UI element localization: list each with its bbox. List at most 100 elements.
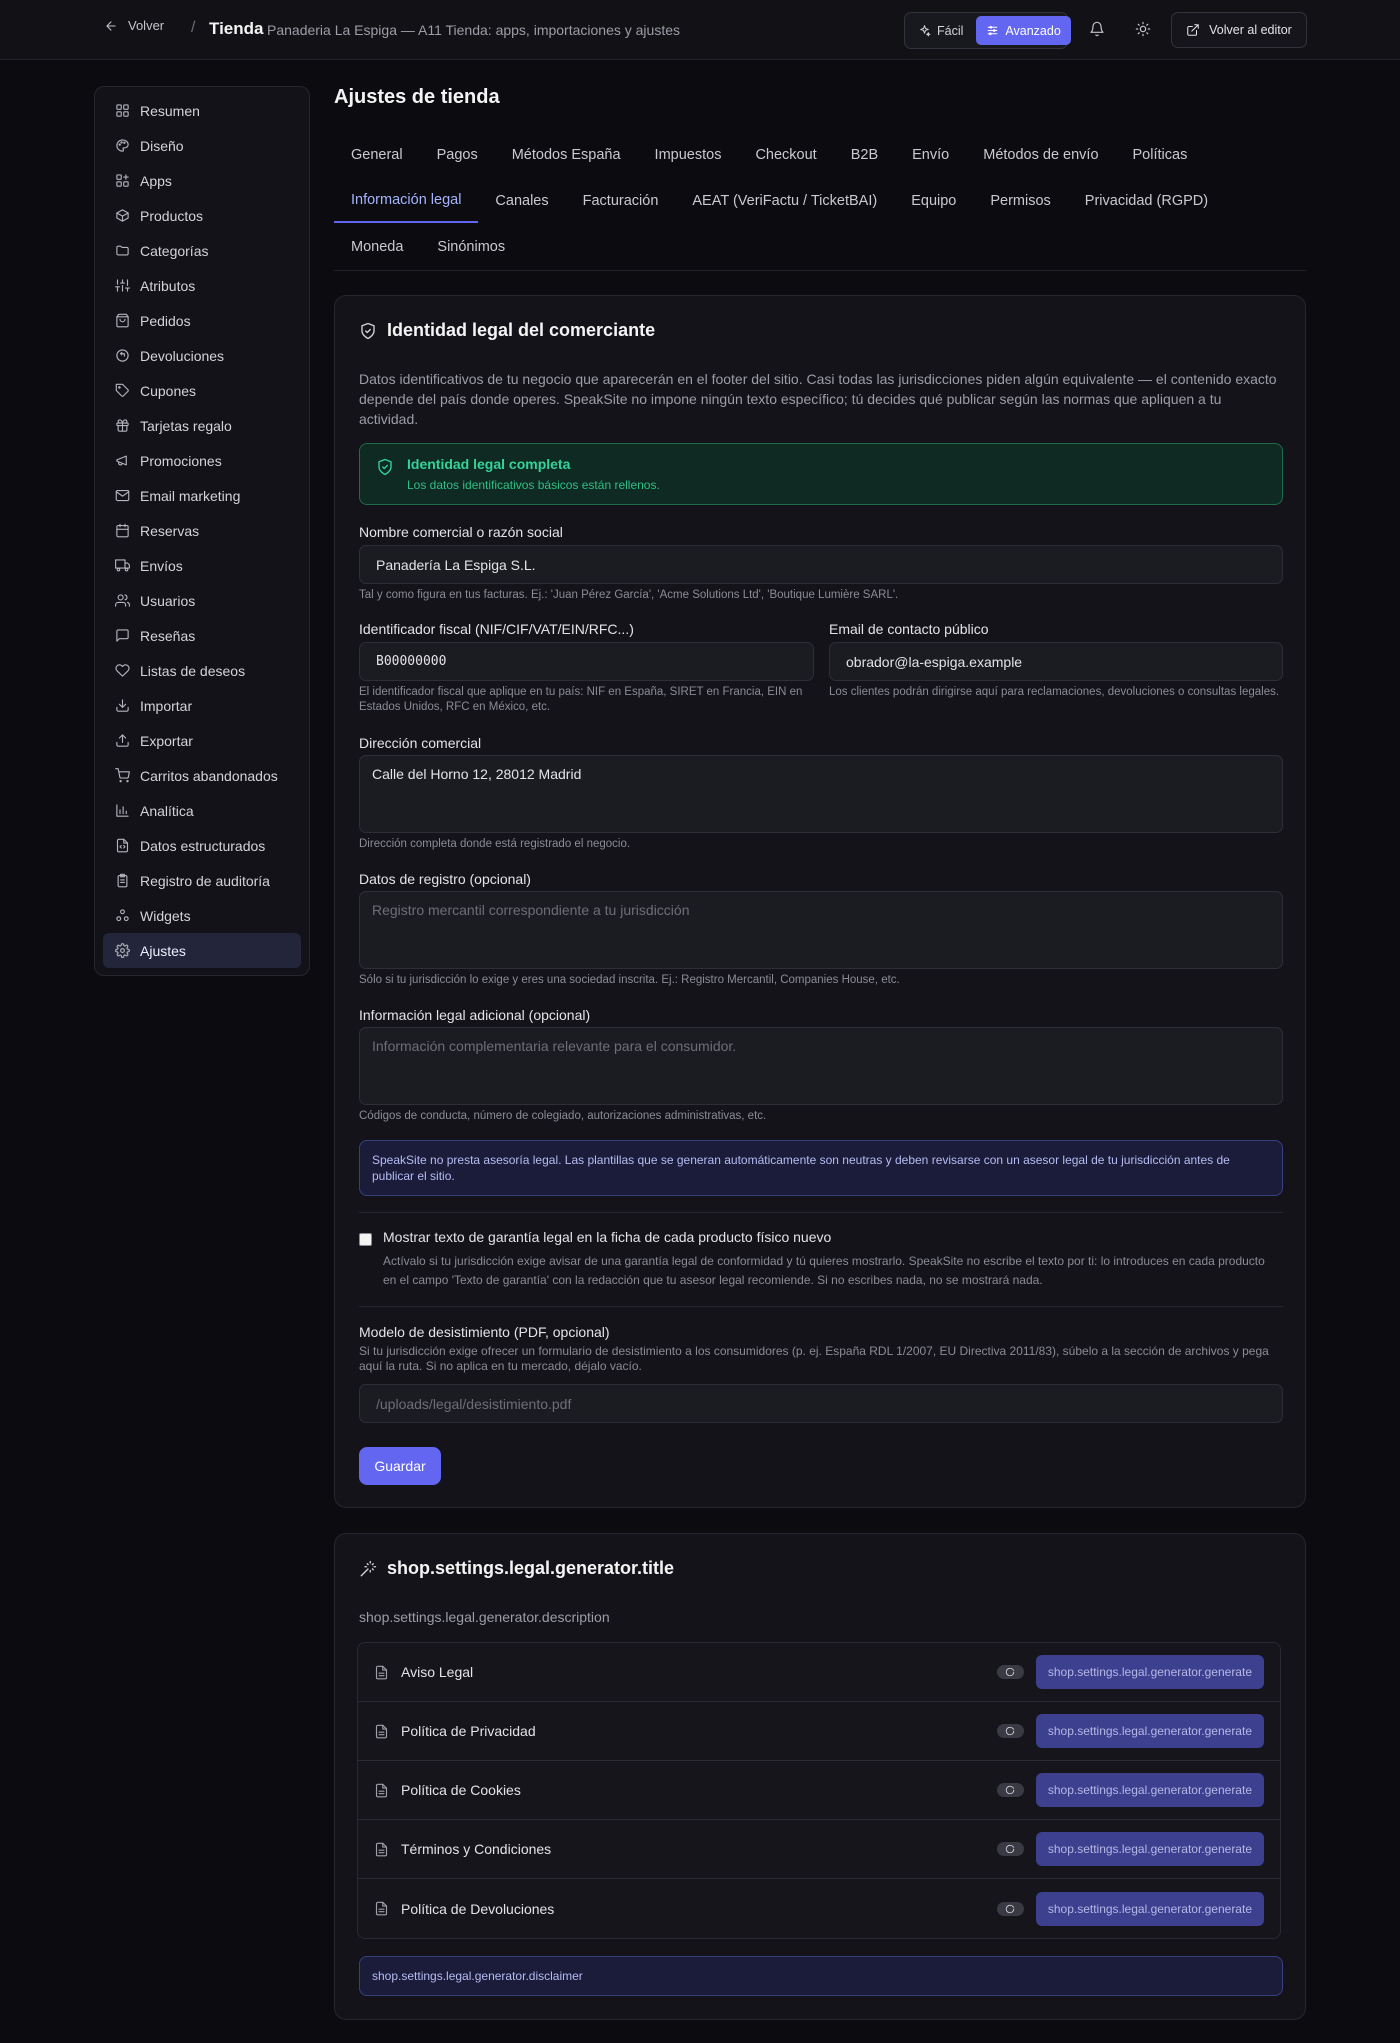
- tab-b2b[interactable]: B2B: [834, 133, 895, 177]
- generate-button[interactable]: shop.settings.legal.generator.generate: [1035, 1891, 1264, 1926]
- calendar-icon: [116, 523, 129, 538]
- tab-checkout[interactable]: Checkout: [738, 133, 833, 177]
- sidebar-item-widgets[interactable]: Widgets: [103, 898, 301, 933]
- sidebar-item-datos-estructurados[interactable]: Datos estructurados: [103, 828, 301, 863]
- generate-button[interactable]: shop.settings.legal.generator.generate: [1035, 1714, 1264, 1748]
- generator-card-header: shop.settings.legal.generator.title: [359, 1558, 674, 1579]
- section-divider: [359, 1212, 1283, 1213]
- sidebar-item-label: Registro de auditoría: [140, 872, 270, 889]
- tax-id-input[interactable]: B00000000: [359, 642, 814, 681]
- tag-icon: [115, 383, 129, 397]
- sidebar-item-resumen[interactable]: Resumen: [103, 93, 301, 128]
- notifications-button[interactable]: [1086, 18, 1108, 40]
- sidebar-item-carritos-abandonados[interactable]: Carritos abandonados: [103, 758, 301, 793]
- withdrawal-label: Modelo de desistimiento (PDF, opcional): [359, 1324, 610, 1340]
- sidebar-item-usuarios[interactable]: Usuarios: [103, 583, 301, 618]
- tab-envio[interactable]: Envío: [895, 133, 966, 177]
- sidebar-item-cupones[interactable]: Cupones: [103, 373, 301, 408]
- regenerate-toggle[interactable]: [996, 1783, 1024, 1797]
- sidebar-item-email-marketing[interactable]: Email marketing: [103, 478, 301, 513]
- sidebar-item-importar[interactable]: Importar: [103, 688, 301, 723]
- generate-button[interactable]: shop.settings.legal.generator.generate: [1035, 1773, 1264, 1807]
- sidebar-item-listas-de-deseos[interactable]: Listas de deseos: [103, 653, 301, 688]
- business-name-input[interactable]: Panadería La Espiga S.L.: [359, 545, 1283, 584]
- generate-button[interactable]: shop.settings.legal.generator.generate: [1035, 1832, 1264, 1866]
- sidebar-item-label: Datos estructurados: [140, 837, 266, 854]
- regenerate-toggle[interactable]: [996, 1665, 1024, 1679]
- generator-card-description: shop.settings.legal.generator.descriptio…: [359, 1609, 610, 1625]
- tab-metodos-espana[interactable]: Métodos España: [495, 133, 638, 177]
- sidebar-item-devoluciones[interactable]: Devoluciones: [103, 338, 301, 373]
- back-to-editor-button[interactable]: Volver al editor: [1171, 12, 1307, 48]
- withdrawal-help: Si tu jurisdicción exige ofrecer un form…: [359, 1344, 1269, 1373]
- extra-info-textarea[interactable]: Información complementaria relevante par…: [359, 1027, 1283, 1105]
- sidebar-item-label: Productos: [140, 207, 204, 224]
- tab-impuestos[interactable]: Impuestos: [638, 133, 739, 177]
- sidebar-item-reservas[interactable]: Reservas: [103, 513, 301, 548]
- sidebar-item-resenas[interactable]: Reseñas: [103, 618, 301, 653]
- tab-informacion-legal[interactable]: Información legal: [334, 179, 479, 223]
- generator-doc-name: Términos y Condiciones: [401, 1841, 552, 1857]
- tab-moneda[interactable]: Moneda: [334, 225, 420, 269]
- sidebar-item-tarjetas-regalo[interactable]: Tarjetas regalo: [103, 408, 301, 443]
- palette-icon: [116, 139, 129, 152]
- sidebar-nav: Resumen Diseño Apps Productos Categorías…: [94, 86, 310, 976]
- tab-privacidad[interactable]: Privacidad (RGPD): [1068, 179, 1225, 223]
- generator-doc-name: Política de Devoluciones: [401, 1900, 555, 1917]
- mode-advanced-button[interactable]: Avanzado: [976, 16, 1071, 45]
- regenerate-toggle[interactable]: [996, 1724, 1024, 1738]
- tab-aeat[interactable]: AEAT (VeriFactu / TicketBAI): [675, 179, 894, 223]
- sidebar-item-pedidos[interactable]: Pedidos: [103, 303, 301, 338]
- sidebar-item-promociones[interactable]: Promociones: [103, 443, 301, 478]
- tab-pagos[interactable]: Pagos: [420, 133, 495, 177]
- tab-sinonimos[interactable]: Sinónimos: [420, 225, 522, 269]
- tab-facturacion[interactable]: Facturación: [566, 179, 676, 223]
- list-item: Términos y Condiciones shop.settings.leg…: [358, 1820, 1280, 1879]
- mail-icon: [115, 489, 130, 502]
- sidebar-item-atributos[interactable]: Atributos: [103, 268, 301, 303]
- refresh-icon: [1006, 1844, 1015, 1854]
- sidebar-item-exportar[interactable]: Exportar: [103, 723, 301, 758]
- refresh-icon: [1006, 1785, 1015, 1795]
- sidebar-item-analitica[interactable]: Analítica: [103, 793, 301, 828]
- withdrawal-path-input[interactable]: /uploads/legal/desistimiento.pdf: [359, 1384, 1283, 1423]
- generate-button[interactable]: shop.settings.legal.generator.generate: [1035, 1655, 1264, 1689]
- regenerate-toggle[interactable]: [996, 1842, 1024, 1856]
- sidebar-item-label: Atributos: [140, 277, 196, 294]
- public-email-input[interactable]: obrador@la-espiga.example: [829, 642, 1283, 681]
- warranty-checkbox[interactable]: [359, 1233, 372, 1246]
- registry-label: Datos de registro (opcional): [359, 871, 531, 887]
- sidebar-item-label: Apps: [140, 172, 172, 189]
- sidebar-item-label: Reservas: [140, 522, 200, 539]
- theme-toggle-button[interactable]: [1132, 18, 1154, 40]
- tab-permisos[interactable]: Permisos: [973, 179, 1067, 223]
- sidebar-item-label: Devoluciones: [140, 347, 225, 364]
- tab-general[interactable]: General: [334, 133, 420, 177]
- generator-doc-name: Política de Privacidad: [401, 1723, 536, 1739]
- back-button[interactable]: Volver: [104, 18, 164, 33]
- sidebar-item-ajustes[interactable]: Ajustes: [103, 933, 301, 968]
- tab-canales[interactable]: Canales: [478, 179, 565, 223]
- sidebar-item-registro-auditoria[interactable]: Registro de auditoría: [103, 863, 301, 898]
- generator-doc-list: Aviso Legal shop.settings.legal.generato…: [357, 1642, 1281, 1939]
- extra-info-label: Información legal adicional (opcional): [359, 1007, 591, 1023]
- address-textarea[interactable]: Calle del Horno 12, 28012 Madrid: [359, 755, 1283, 833]
- sidebar-item-diseno[interactable]: Diseño: [103, 128, 301, 163]
- extra-info-help: Códigos de conducta, número de colegiado…: [359, 1110, 767, 1122]
- save-button[interactable]: Guardar: [359, 1447, 441, 1485]
- sidebar-item-envios[interactable]: Envíos: [103, 548, 301, 583]
- file-text-icon: [375, 1842, 388, 1856]
- regenerate-toggle[interactable]: [996, 1901, 1024, 1916]
- sidebar-item-label: Promociones: [140, 452, 222, 469]
- tab-equipo[interactable]: Equipo: [894, 179, 973, 223]
- sidebar-item-apps[interactable]: Apps: [103, 163, 301, 198]
- sidebar-item-categorias[interactable]: Categorías: [103, 233, 301, 268]
- registry-textarea[interactable]: Registro mercantil correspondiente a tu …: [359, 891, 1283, 969]
- legal-generator-card: shop.settings.legal.generator.title shop…: [334, 1533, 1306, 2020]
- tab-politicas[interactable]: Políticas: [1116, 133, 1205, 177]
- legal-advice-notice: SpeakSite no presta asesoría legal. Las …: [359, 1140, 1283, 1196]
- tab-metodos-envio[interactable]: Métodos de envío: [966, 133, 1115, 177]
- mode-easy-button[interactable]: Fácil: [908, 16, 973, 45]
- legal-identity-card: Identidad legal del comerciante Datos id…: [334, 295, 1306, 1508]
- sidebar-item-productos[interactable]: Productos: [103, 198, 301, 233]
